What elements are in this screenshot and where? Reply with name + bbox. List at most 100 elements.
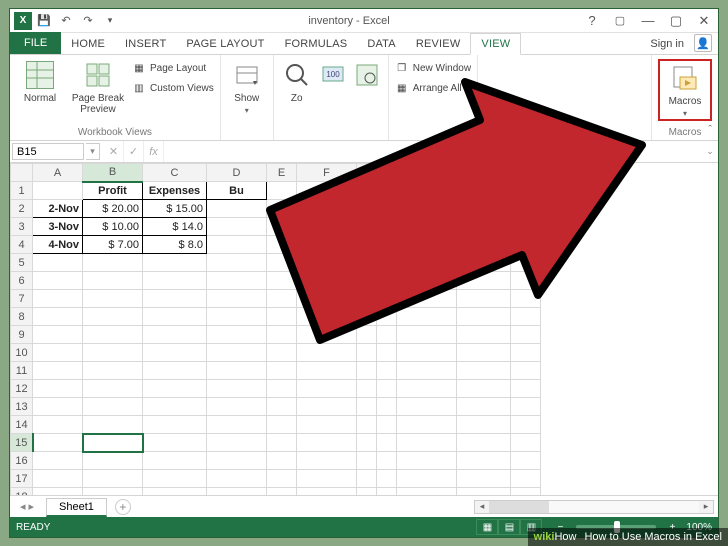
cell-A7[interactable] [33,290,83,308]
cell-K17[interactable] [511,470,541,488]
add-sheet-button[interactable]: + [115,499,131,515]
cell-H3[interactable] [377,218,397,236]
cell-F12[interactable] [297,380,357,398]
cell-F4[interactable]: $ 14.00 [297,236,357,254]
cell-B10[interactable] [83,344,143,362]
arrange-all-button[interactable]: ▦ Arrange All [395,79,471,97]
cell-E4[interactable] [267,236,297,254]
row-header-11[interactable]: 11 [11,362,33,380]
cell-H14[interactable] [377,416,397,434]
col-header-D[interactable]: D [207,164,267,182]
cell-F2[interactable] [297,200,357,218]
cell-G2[interactable] [357,200,377,218]
name-box[interactable]: B15 [12,143,84,160]
cell-G15[interactable] [357,434,377,452]
cell-I7[interactable] [397,290,457,308]
cell-K10[interactable] [511,344,541,362]
cell-E12[interactable] [267,380,297,398]
cell-D13[interactable] [207,398,267,416]
cell-I6[interactable] [397,272,457,290]
zoom-100-button[interactable]: 100 [318,59,348,91]
cell-K11[interactable] [511,362,541,380]
row-header-9[interactable]: 9 [11,326,33,344]
cell-K15[interactable] [511,434,541,452]
cell-I10[interactable] [397,344,457,362]
cell-C2[interactable]: $ 15.00 [143,200,207,218]
fx-icon[interactable]: fx [144,141,164,162]
cell-E3[interactable] [267,218,297,236]
cell-H2[interactable] [377,200,397,218]
cell-E6[interactable] [267,272,297,290]
cell-G17[interactable] [357,470,377,488]
cell-G7[interactable] [357,290,377,308]
cell-A18[interactable] [33,488,83,496]
cell-J18[interactable] [457,488,511,496]
maximize-button[interactable]: ▢ [662,10,690,32]
row-header-8[interactable]: 8 [11,308,33,326]
cell-I4[interactable] [397,236,457,254]
cell-C17[interactable] [143,470,207,488]
row-header-1[interactable]: 1 [11,182,33,200]
formula-input[interactable] [164,141,702,162]
cell-J3[interactable] [457,218,511,236]
cell-I18[interactable] [397,488,457,496]
cell-K1[interactable] [511,182,541,200]
cell-C5[interactable] [143,254,207,272]
cell-D10[interactable] [207,344,267,362]
view-pagelayout-shortcut[interactable]: ▤ [498,519,520,535]
cell-A11[interactable] [33,362,83,380]
cell-J10[interactable] [457,344,511,362]
cell-J5[interactable] [457,254,511,272]
cell-G9[interactable] [357,326,377,344]
col-header-J[interactable]: J [457,164,511,182]
cell-J16[interactable] [457,452,511,470]
cell-H5[interactable] [377,254,397,272]
cell-H6[interactable] [377,272,397,290]
cell-C11[interactable] [143,362,207,380]
worksheet-grid[interactable]: ABCDEFGHIJK1ProfitExpensesBu22-Nov$ 20.0… [10,163,718,495]
cell-D16[interactable] [207,452,267,470]
help-button[interactable]: ? [578,10,606,32]
formula-enter-icon[interactable]: ✓ [124,141,144,162]
cell-H7[interactable] [377,290,397,308]
cell-J13[interactable] [457,398,511,416]
show-button[interactable]: Show ▾ [227,59,267,115]
cell-J4[interactable] [457,236,511,254]
cell-D11[interactable] [207,362,267,380]
row-header-6[interactable]: 6 [11,272,33,290]
cell-D7[interactable] [207,290,267,308]
qat-customize-icon[interactable]: ▾ [100,11,120,31]
cell-G18[interactable] [357,488,377,496]
cell-I12[interactable] [397,380,457,398]
cell-E18[interactable] [267,488,297,496]
cell-H8[interactable] [377,308,397,326]
cell-H13[interactable] [377,398,397,416]
cell-E15[interactable] [267,434,297,452]
cell-B9[interactable] [83,326,143,344]
cell-B1[interactable]: Profit [83,182,143,200]
cell-C1[interactable]: Expenses [143,182,207,200]
cell-J15[interactable] [457,434,511,452]
cell-E10[interactable] [267,344,297,362]
cell-D6[interactable] [207,272,267,290]
cell-K13[interactable] [511,398,541,416]
cell-K9[interactable] [511,326,541,344]
zoom-selection-button[interactable] [352,59,382,91]
cell-H16[interactable] [377,452,397,470]
col-header-I[interactable]: I [397,164,457,182]
cell-K16[interactable] [511,452,541,470]
cell-E17[interactable] [267,470,297,488]
cell-C14[interactable] [143,416,207,434]
avatar-icon[interactable]: 👤 [694,34,712,52]
tab-data[interactable]: DATA [357,34,406,54]
cell-K3[interactable] [511,218,541,236]
cell-B13[interactable] [83,398,143,416]
sheet-nav-buttons[interactable]: ◂ ▸ [10,500,44,513]
cell-F3[interactable] [297,218,357,236]
cell-A4[interactable]: 4-Nov [33,236,83,254]
tab-page-layout[interactable]: PAGE LAYOUT [176,34,274,54]
cell-G4[interactable] [357,236,377,254]
cell-F17[interactable] [297,470,357,488]
cell-H18[interactable] [377,488,397,496]
tab-review[interactable]: REVIEW [406,34,471,54]
